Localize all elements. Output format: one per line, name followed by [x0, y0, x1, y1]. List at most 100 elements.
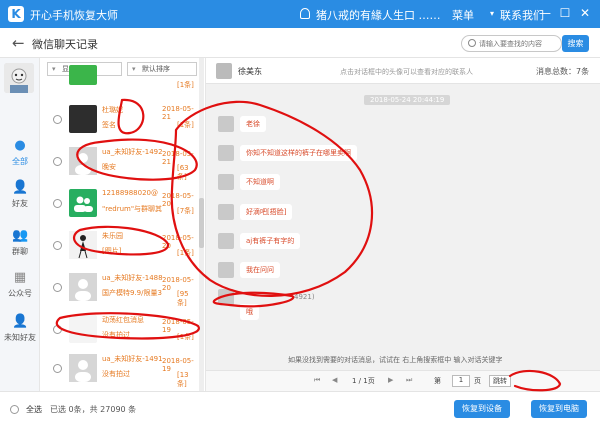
chat-header: 徐美东 点击对话框中的头像可以查看对应的联系人 消息总数：7条	[206, 58, 600, 84]
list-item[interactable]: [1条]	[40, 65, 198, 99]
avatar	[69, 354, 97, 382]
sender-avatar[interactable]	[218, 262, 234, 278]
app-title: 开心手机恢复大师	[30, 9, 118, 22]
goto-label: 第	[434, 377, 441, 385]
search-box[interactable]	[461, 35, 562, 52]
contact-name: 杜璐妮	[102, 106, 123, 114]
message-bubble: 我在问问	[240, 262, 280, 278]
message-count: [1条]	[177, 333, 194, 341]
rail-item-label: 未知好友	[4, 333, 36, 342]
last-page-icon[interactable]: ⏭	[406, 376, 412, 385]
selected-info: 已选 0条，共 27090 条	[50, 405, 137, 414]
left-rail: ● 全部 👤 好友 👥 群聊 ▦ 公众号 👤 未知好友	[0, 58, 40, 391]
select-all-label[interactable]: 全选	[26, 404, 42, 415]
row-radio[interactable]	[53, 115, 62, 124]
restore-to-pc-button[interactable]: 恢复到电脑	[531, 400, 587, 418]
pagination: ⏮ ◀ 1 / 1页 ▶ ⏭ 第 1 页 跳转	[206, 370, 600, 391]
sender-avatar[interactable]	[218, 174, 234, 190]
row-radio[interactable]	[53, 364, 62, 373]
sort-value: 默认排序	[142, 65, 170, 73]
row-radio[interactable]	[53, 283, 62, 292]
menu-button[interactable]: 菜单	[452, 7, 474, 23]
prev-page-icon[interactable]: ◀	[332, 376, 337, 384]
page-info: 1 / 1页	[352, 377, 375, 385]
list-scrollbar[interactable]	[199, 58, 204, 391]
avatar	[69, 315, 97, 343]
sender-id: 4921)	[294, 293, 315, 301]
user-name[interactable]: 猪八戒的有緣人生口 ……	[316, 7, 441, 23]
contact-preview: 签名	[102, 121, 116, 129]
contact-preview: 没有拍过	[102, 370, 130, 378]
contact-name: 朱乐园	[102, 232, 123, 240]
list-item[interactable]: 12188988020@ 2018-05-20 "redrum"与群聊其… [7…	[40, 184, 198, 226]
list-item[interactable]: 朱乐园 2018-05-20 [图片] [1条]	[40, 226, 198, 268]
menu-chevron-icon: ▾	[490, 9, 495, 18]
sender-avatar[interactable]	[218, 145, 234, 161]
avatar	[69, 273, 97, 301]
restore-to-device-button[interactable]: 恢复到设备	[454, 400, 510, 418]
sub-header: ← 微信聊天记录 搜索	[0, 28, 600, 58]
row-radio[interactable]	[53, 157, 62, 166]
scroll-thumb[interactable]	[199, 198, 204, 248]
message-count: [1条]	[177, 81, 194, 89]
rail-item-friends[interactable]: 👤 好友	[0, 180, 40, 209]
back-arrow-icon[interactable]: ←	[12, 34, 25, 52]
message-count: [13条]	[177, 371, 189, 388]
contact-name: ua_未知好友-1492	[102, 148, 163, 156]
message-count: [63条]	[177, 164, 189, 181]
rail-item-label: 好友	[12, 199, 28, 208]
next-page-icon[interactable]: ▶	[388, 376, 393, 384]
rail-item-label: 公众号	[8, 289, 32, 298]
select-all-radio[interactable]	[10, 405, 19, 414]
contact-preview: "redrum"与群聊其…	[102, 205, 162, 213]
contact-date: 2018-05-21	[162, 105, 194, 121]
first-page-icon[interactable]: ⏮	[314, 376, 320, 385]
rail-item-groups[interactable]: 👥 群聊	[0, 228, 40, 257]
rail-item-all[interactable]: ● 全部	[0, 138, 40, 167]
list-item[interactable]: 杜璐妮 2018-05-21 签名 [1条]	[40, 100, 198, 142]
sender-avatar[interactable]	[218, 289, 234, 305]
message-count: [1条]	[177, 121, 194, 129]
close-button[interactable]: ✕	[576, 4, 594, 22]
app-logo-icon: K	[8, 6, 24, 22]
contact-name: 12188988020@	[102, 189, 158, 197]
list-item[interactable]: 动荡红包消息 2018-05-19 没有拍过 [1条]	[40, 310, 198, 352]
minimize-button[interactable]: —	[536, 4, 554, 22]
message-bubble: 好滴吧[捂脸]	[240, 204, 293, 220]
chat-contact-name: 徐美东	[238, 67, 262, 76]
list-item[interactable]: ua_未知好友-1491 2018-05-19 没有拍过 [13条]	[40, 349, 198, 391]
contact-preview: 晚安	[102, 163, 116, 171]
rail-item-unknown[interactable]: 👤 未知好友	[0, 314, 40, 343]
go-button[interactable]: 跳转	[489, 375, 511, 387]
message-bubble: 你知不知道这样的裤子在哪里卖啊	[240, 145, 357, 161]
chat-panel: 徐美东 点击对话框中的头像可以查看对应的联系人 消息总数：7条 2018-05-…	[206, 58, 600, 391]
page-number-input[interactable]: 1	[452, 375, 470, 387]
rail-item-label: 全部	[12, 157, 28, 166]
rail-item-official[interactable]: ▦ 公众号	[0, 270, 40, 299]
row-radio[interactable]	[53, 241, 62, 250]
list-item[interactable]: ua_未知好友-1488 2018-05-20 国产模特9.9/限量3… [95…	[40, 268, 198, 310]
group-avatar	[69, 189, 97, 217]
row-radio[interactable]	[53, 199, 62, 208]
chat-avatar[interactable]	[216, 63, 232, 79]
sender-avatar[interactable]	[218, 116, 234, 132]
contact-name: ua_未知好友-1491	[102, 355, 163, 363]
search-input[interactable]	[479, 38, 559, 50]
group-icon: 👥	[12, 228, 29, 243]
account-avatar[interactable]	[4, 63, 34, 93]
contact-preview: 没有拍过	[102, 331, 130, 339]
unknown-person-icon: 👤	[12, 314, 29, 329]
row-radio[interactable]	[53, 325, 62, 334]
contact-list-panel: ▾ 显示全部 ▾ 默认排序 [1条] 杜璐妮 2018-05-21 签名 [1条…	[40, 58, 206, 391]
maximize-button[interactable]: ☐	[556, 4, 574, 22]
search-button[interactable]: 搜索	[562, 35, 589, 52]
list-item[interactable]: ua_未知好友-1492 2018-05-21 晚安 [63条]	[40, 142, 198, 184]
page-title: 微信聊天记录	[32, 38, 98, 51]
message-count: [1条]	[177, 249, 194, 257]
avatar	[69, 105, 97, 133]
contact-name: ua_未知好友-1488	[102, 274, 163, 282]
sender-avatar[interactable]	[218, 204, 234, 220]
contact-preview: 国产模特9.9/限量3…	[102, 289, 162, 297]
message-count: [95条]	[177, 290, 189, 307]
sender-avatar[interactable]	[218, 233, 234, 249]
